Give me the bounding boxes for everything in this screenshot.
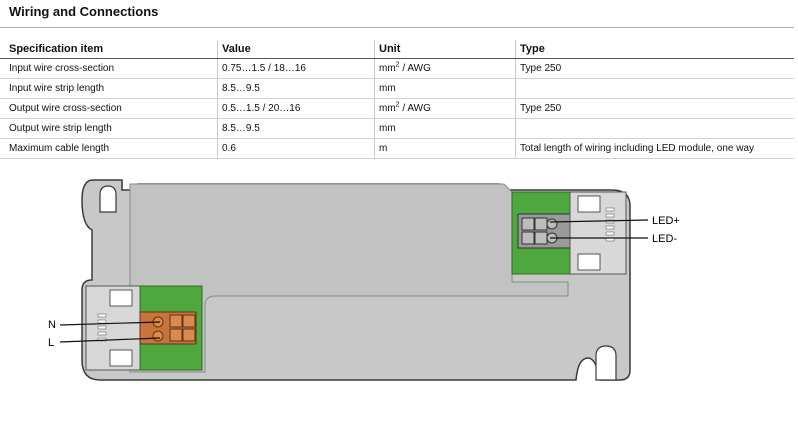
cell-type: Type 250 <box>515 98 794 119</box>
output-release-slot-top <box>577 195 601 213</box>
cell-value: 0.5…1.5 / 20…16 <box>217 98 375 119</box>
led-driver-wiring-diagram: N L LED+ LED- <box>48 179 680 381</box>
cell-value: 8.5…9.5 <box>217 78 375 99</box>
header-type: Type <box>515 40 794 59</box>
output-release-slot-bottom <box>577 253 601 271</box>
table-header-row: Specification item Value Unit Type <box>0 40 794 59</box>
label-led-plus: LED+ <box>652 215 680 227</box>
input-release-slot-bottom <box>109 349 133 367</box>
table-row: Input wire cross-section 0.75…1.5 / 18…1… <box>0 58 794 79</box>
section-title: Wiring and Connections <box>9 4 159 19</box>
header-unit: Unit <box>374 40 516 59</box>
cell-type <box>515 78 794 99</box>
label-led-minus: LED- <box>652 233 677 245</box>
cell-unit: mm <box>374 78 516 99</box>
cell-value: 0.75…1.5 / 18…16 <box>217 58 375 79</box>
mounting-notch-top-left <box>99 185 117 213</box>
table-row: Output wire strip length 8.5…9.5 mm <box>0 118 794 139</box>
cell-unit: m <box>374 138 516 159</box>
table-row: Input wire strip length 8.5…9.5 mm <box>0 78 794 99</box>
table-row: Maximum cable length 0.6 m Total length … <box>0 138 794 159</box>
cell-type <box>515 118 794 139</box>
header-value: Value <box>217 40 375 59</box>
cell-item: Output wire cross-section <box>0 98 218 119</box>
table-row: Output wire cross-section 0.5…1.5 / 20…1… <box>0 98 794 119</box>
label-n: N <box>48 319 56 331</box>
cell-unit: mm2 / AWG <box>374 58 516 79</box>
cell-type: Total length of wiring including LED mod… <box>515 138 794 159</box>
input-release-slot-top <box>109 289 133 307</box>
cell-value: 0.6 <box>217 138 375 159</box>
title-divider <box>0 27 794 28</box>
mounting-notch-right <box>595 345 617 381</box>
cell-item: Maximum cable length <box>0 138 218 159</box>
cell-item: Input wire strip length <box>0 78 218 99</box>
cell-item: Input wire cross-section <box>0 58 218 79</box>
cell-unit: mm <box>374 118 516 139</box>
cell-item: Output wire strip length <box>0 118 218 139</box>
cell-value: 8.5…9.5 <box>217 118 375 139</box>
header-specification-item: Specification item <box>0 40 218 59</box>
label-l: L <box>48 337 54 349</box>
cell-unit: mm2 / AWG <box>374 98 516 119</box>
cell-type: Type 250 <box>515 58 794 79</box>
spec-table: Specification item Value Unit Type Input… <box>0 40 794 159</box>
